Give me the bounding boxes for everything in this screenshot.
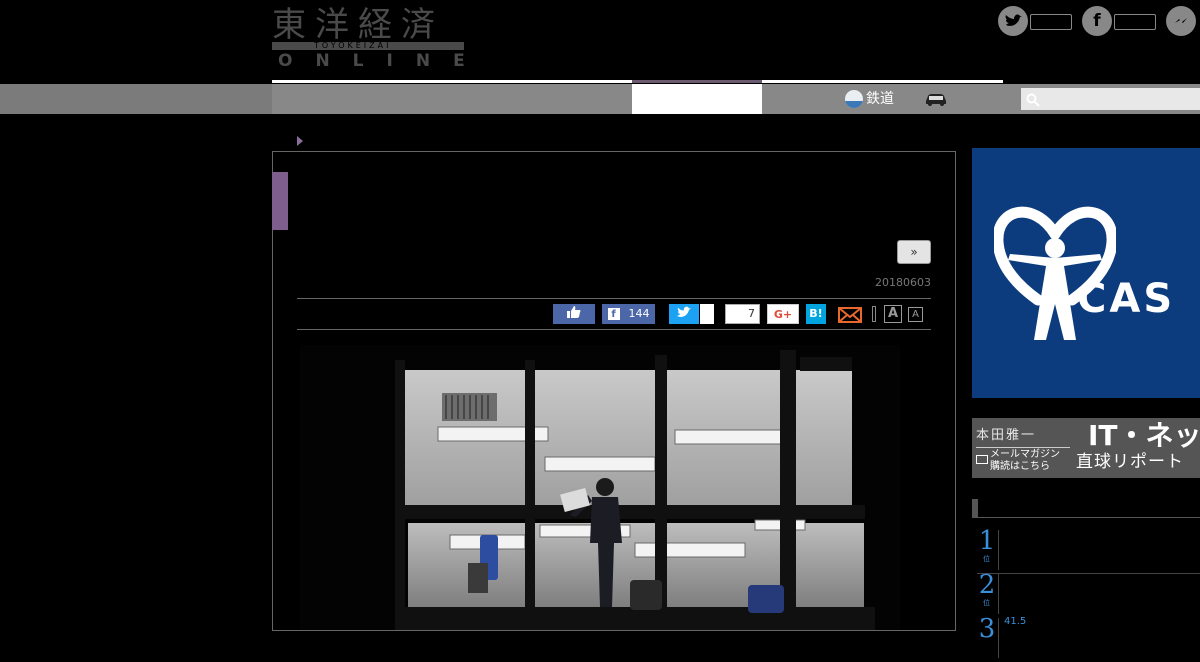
ad-banner[interactable]: ® CAS: [972, 148, 1200, 398]
ranking-number: 1: [978, 526, 996, 556]
google-plus-button[interactable]: G+: [767, 304, 799, 324]
thumbs-up-icon: [567, 306, 581, 318]
ranking-item[interactable]: 3 41.5: [977, 614, 1200, 662]
banner-title-line2: 直球リポート: [1076, 452, 1184, 472]
breadcrumb-arrow-icon[interactable]: [297, 136, 303, 146]
ad-text: CAS: [1077, 276, 1176, 322]
banner-title-line1: IT・ネット: [1088, 419, 1200, 452]
logo-online: ONLINE: [278, 51, 488, 71]
ranking-meta: 41.5: [1004, 616, 1027, 627]
nav-item-car[interactable]: [924, 91, 948, 107]
mail-share-icon[interactable]: [838, 305, 864, 324]
facebook-icon: f: [607, 308, 620, 320]
ranking-item[interactable]: 2 位: [977, 570, 1200, 618]
article-date: 20180603: [875, 276, 931, 289]
twitter-follow-button[interactable]: [998, 6, 1074, 38]
facebook-follow-button[interactable]: f: [1082, 6, 1158, 38]
logo-kanji: 東洋経済: [272, 5, 444, 45]
logo-roman: TOYOKEIZAI: [314, 41, 392, 50]
facebook-count-bubble: [1114, 14, 1156, 30]
next-page-button[interactable]: »: [897, 240, 931, 264]
share-bottom-rule: [297, 329, 931, 330]
article-photo: [300, 345, 900, 630]
messenger-icon: [1166, 6, 1196, 36]
facebook-share-button[interactable]: f 144: [602, 304, 655, 324]
train-icon: [845, 90, 863, 108]
nav-item-rail[interactable]: 鉄道: [845, 88, 894, 110]
hatena-bookmark-count: 7: [725, 304, 760, 324]
ranking-divider: [998, 574, 999, 614]
facebook-like-button[interactable]: [553, 304, 595, 324]
twitter-share-button[interactable]: [669, 304, 699, 324]
hatena-bookmark-button[interactable]: B!: [806, 304, 826, 324]
share-separator: [872, 306, 876, 322]
ranking-divider: [998, 530, 999, 570]
twitter-count-bubble: [1030, 14, 1072, 30]
site-logo[interactable]: 東洋経済 TOYOKEIZAI ONLINE: [272, 5, 465, 72]
banner-mail-text: メールマガジン 購読はこちら: [990, 449, 1060, 472]
messenger-button[interactable]: [1166, 6, 1200, 38]
share-top-rule: [297, 298, 931, 299]
twitter-share-count: [700, 304, 714, 324]
nav-tab-active[interactable]: [632, 84, 762, 114]
nav-left-strip: [0, 84, 272, 114]
banner-divider: [976, 447, 1070, 448]
font-size-large-button[interactable]: A: [884, 305, 902, 323]
mail-magazine-banner[interactable]: 本田雅一 メールマガジン 購読はこちら IT・ネット 直球リポート: [972, 418, 1200, 478]
car-icon: [926, 94, 946, 106]
ranking-number: 2: [978, 570, 996, 600]
nav-rail-label: 鉄道: [866, 91, 894, 107]
ranking-item[interactable]: 1 位: [977, 526, 1200, 574]
facebook-icon: f: [1082, 6, 1112, 36]
font-size-small-button[interactable]: A: [908, 307, 923, 322]
ranking-number: 3: [978, 614, 996, 644]
search-icon: [1026, 92, 1040, 107]
ranking-header-marker: [972, 499, 978, 517]
facebook-share-count: 144: [628, 307, 650, 320]
twitter-bird-icon: [677, 306, 691, 317]
ranking-header-rule: [972, 517, 1200, 518]
ranking-divider: [998, 618, 999, 658]
search-input[interactable]: [1021, 88, 1200, 110]
twitter-icon: [998, 6, 1028, 36]
ranking-suffix: 位: [983, 555, 990, 563]
ranking-suffix: 位: [983, 599, 990, 607]
article-category-marker: [272, 172, 288, 230]
mail-icon: [976, 455, 988, 464]
cas-heart-logo-icon: [994, 206, 1116, 340]
banner-author-name: 本田雅一: [976, 428, 1037, 443]
nav-top-accent: [632, 80, 762, 83]
